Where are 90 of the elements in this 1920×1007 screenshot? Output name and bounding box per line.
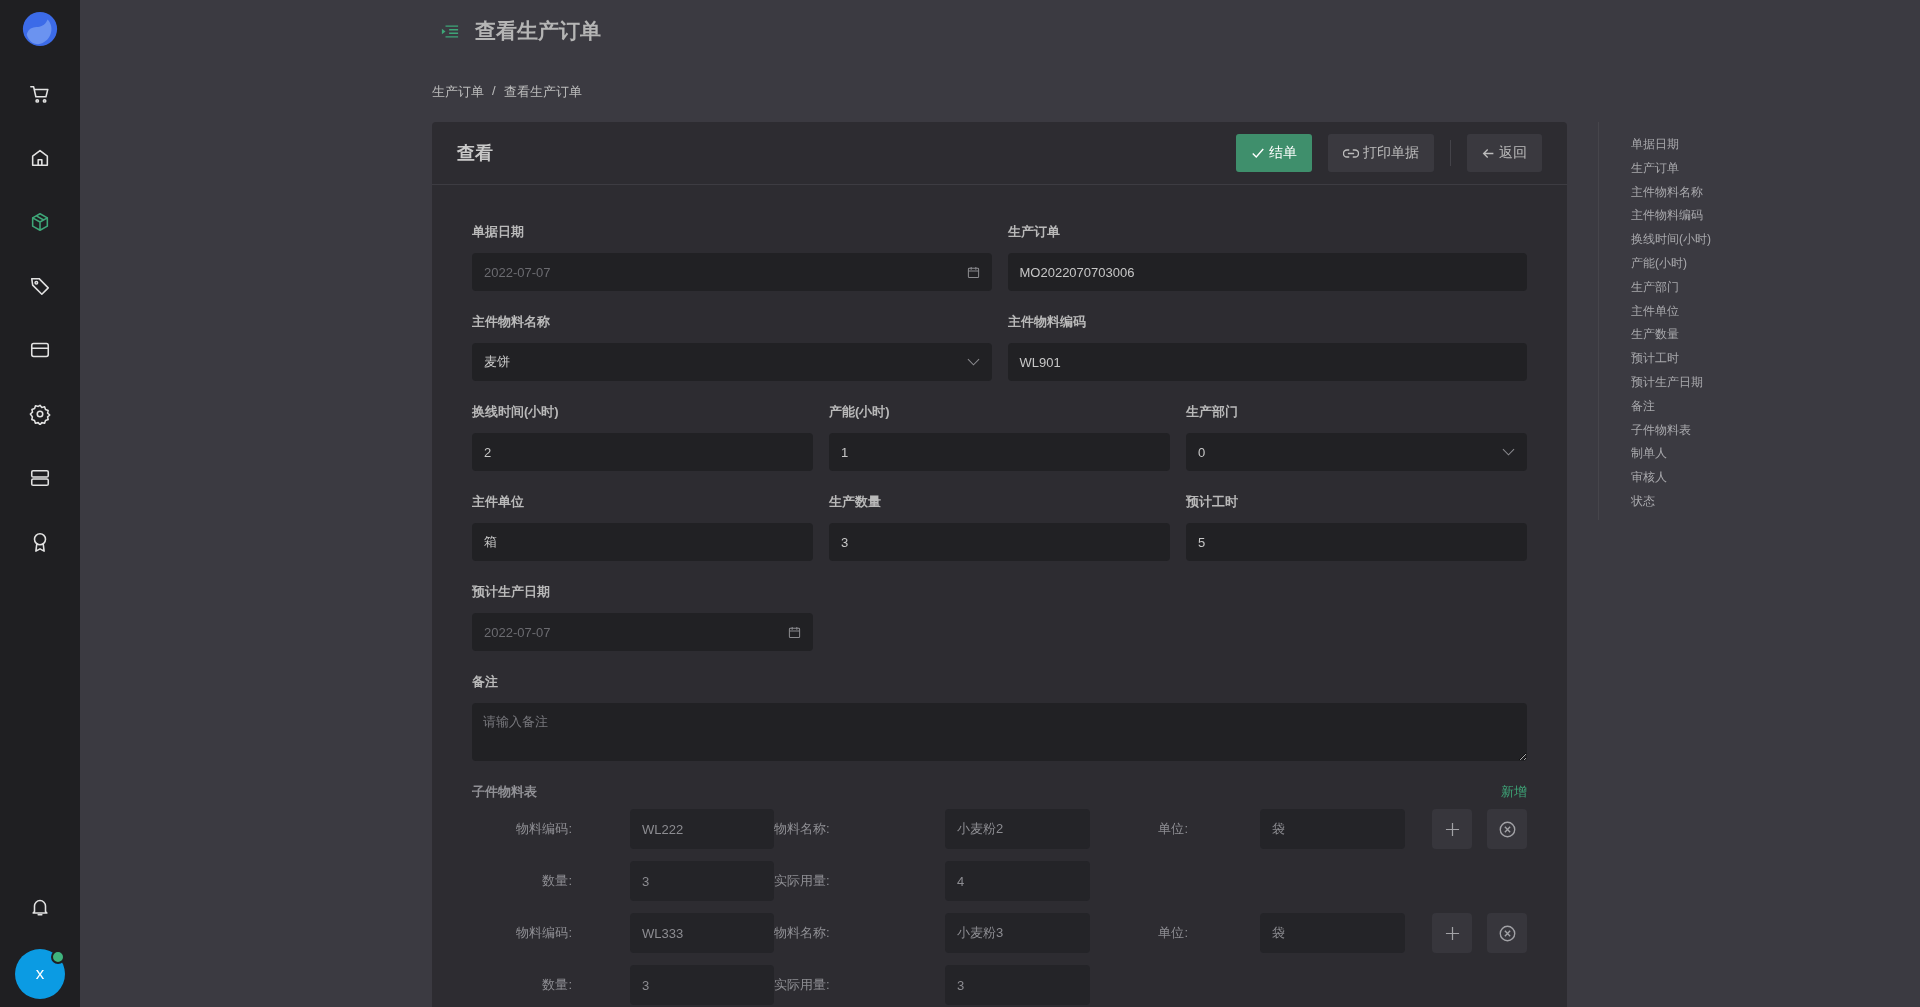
input-field[interactable]: 小麦粉2 <box>945 809 1090 849</box>
field-label: 实际用量: <box>774 976 831 994</box>
anchor-link[interactable]: 主件物料名称 <box>1631 183 1711 201</box>
anchor-link[interactable]: 子件物料表 <box>1631 421 1711 439</box>
chevron-down-icon <box>1502 448 1515 456</box>
tag-icon <box>29 275 51 297</box>
input-field[interactable]: 箱 <box>472 523 813 561</box>
field-label: 实际用量: <box>774 872 831 890</box>
home-icon <box>29 147 51 169</box>
input-field[interactable]: 3 <box>829 523 1170 561</box>
field-label: 预计生产日期 <box>472 583 551 599</box>
anchor-link[interactable]: 制单人 <box>1631 445 1711 463</box>
breadcrumb-separator: / <box>492 83 496 100</box>
breadcrumb-item[interactable]: 生产订单 <box>432 83 484 101</box>
action-button[interactable]: 返回 <box>1467 134 1542 172</box>
link-icon <box>1343 147 1359 159</box>
close-circle-icon <box>1498 820 1516 838</box>
input-field[interactable]: 3 <box>630 861 774 901</box>
cube-icon <box>29 211 51 233</box>
field-label: 产能(小时) <box>829 403 891 419</box>
remark-textarea[interactable]: 请输入备注 <box>472 703 1527 761</box>
anchor-link[interactable]: 主件单位 <box>1631 302 1711 320</box>
cart-icon <box>29 83 51 105</box>
input-field[interactable]: 3 <box>945 965 1090 1005</box>
breadcrumb-item: 查看生产订单 <box>503 83 582 101</box>
action-button[interactable]: 结单 <box>1236 134 1312 172</box>
field-label: 单据日期 <box>472 223 525 239</box>
field-label: 主件物料编码 <box>1007 313 1087 329</box>
field-label: 预计工时 <box>1186 493 1239 509</box>
input-field[interactable]: WL333 <box>630 913 774 953</box>
field-label: 单位: <box>1157 820 1189 838</box>
field-label: 生产订单 <box>1007 223 1061 239</box>
anchor-link[interactable]: 生产订单 <box>1631 159 1711 177</box>
field-label: 生产数量 <box>829 493 882 509</box>
arrow-left-icon <box>1482 146 1495 160</box>
anchor-link[interactable]: 状态 <box>1631 492 1711 510</box>
input-field[interactable]: 5 <box>1186 523 1527 561</box>
field-label: 数量: <box>541 976 573 994</box>
anchor-link[interactable]: 备注 <box>1631 397 1711 415</box>
chevron-down-icon <box>966 358 980 366</box>
field-label: 换线时间(小时) <box>472 403 560 419</box>
field-label: 物料名称: <box>774 820 831 838</box>
calendar-icon <box>966 265 980 279</box>
field-label: 备注 <box>472 673 499 689</box>
field-label: 物料编码: <box>515 820 573 838</box>
add-link[interactable]: 新增 <box>1501 783 1527 809</box>
field-label: 物料编码: <box>515 924 573 942</box>
field-label: 数量: <box>541 872 573 890</box>
select-field[interactable]: 0 <box>1186 433 1527 471</box>
input-field[interactable]: WL901 <box>1007 343 1527 381</box>
field-label: 主件单位 <box>472 493 525 509</box>
anchor-link[interactable]: 主件物料编码 <box>1631 207 1711 225</box>
input-field[interactable]: 3 <box>630 965 774 1005</box>
anchor-link[interactable]: 预计生产日期 <box>1631 373 1711 391</box>
close-circle-icon <box>1498 924 1516 942</box>
card-title: 查看 <box>457 142 493 165</box>
action-button[interactable]: 打印单据 <box>1328 134 1434 172</box>
field-label: 单位: <box>1157 924 1189 942</box>
page-title: 查看生产订单 <box>475 18 601 44</box>
anchor-link[interactable]: 产能(小时) <box>1631 255 1711 272</box>
input-field[interactable]: 4 <box>945 861 1090 901</box>
server-icon <box>29 467 51 489</box>
field-label: 生产部门 <box>1186 403 1239 419</box>
field-label: 主件物料名称 <box>472 313 551 329</box>
anchor-link[interactable]: 审核人 <box>1631 469 1711 486</box>
menu-indent-icon[interactable] <box>441 23 459 39</box>
input-field[interactable]: 袋 <box>1260 913 1405 953</box>
anchor-link[interactable]: 生产数量 <box>1631 326 1711 344</box>
input-field[interactable]: MO2022070703006 <box>1007 253 1527 291</box>
input-field[interactable]: 1 <box>829 433 1170 471</box>
remove-row-button[interactable] <box>1487 913 1527 953</box>
anchor-link[interactable]: 预计工时 <box>1631 350 1711 367</box>
section-label: 子件物料表 <box>472 783 537 799</box>
anchor-link[interactable]: 换线时间(小时) <box>1631 231 1711 248</box>
settings-icon <box>29 403 51 425</box>
logo-icon <box>21 10 59 48</box>
field-label: 物料名称: <box>774 924 831 942</box>
input-field[interactable]: 小麦粉3 <box>945 913 1090 953</box>
anchor-link[interactable]: 生产部门 <box>1631 278 1711 296</box>
input-field[interactable]: 2 <box>472 433 813 471</box>
check-icon <box>1251 146 1265 160</box>
plus-icon <box>1444 925 1460 941</box>
user-avatar[interactable]: x <box>15 949 65 999</box>
remove-row-button[interactable] <box>1487 809 1527 849</box>
plus-icon <box>1444 821 1460 837</box>
calendar-icon <box>788 625 801 639</box>
select-field[interactable]: 麦饼 <box>472 343 992 381</box>
input-field[interactable]: 袋 <box>1260 809 1405 849</box>
input-field[interactable]: WL222 <box>630 809 774 849</box>
anchor-link[interactable]: 单据日期 <box>1631 136 1711 153</box>
